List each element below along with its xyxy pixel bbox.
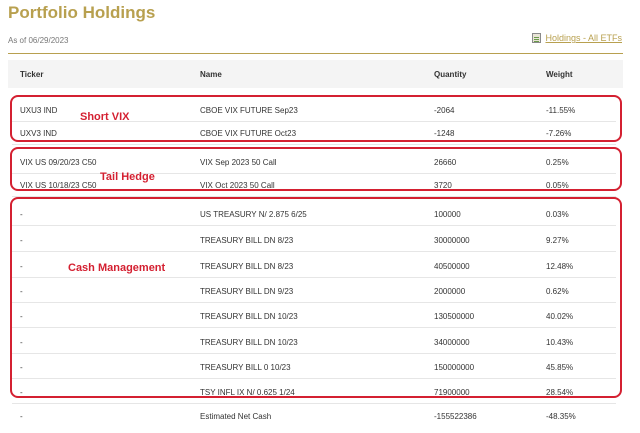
- header-quantity: Quantity: [434, 70, 467, 79]
- header-weight: Weight: [546, 70, 573, 79]
- cash-management-label: Cash Management: [68, 262, 166, 274]
- holdings-all-etfs-link[interactable]: Holdings - All ETFs: [532, 33, 622, 43]
- header-ticker: Ticker: [20, 70, 44, 79]
- page-title: Portfolio Holdings: [8, 3, 156, 22]
- title-divider: [8, 53, 623, 54]
- row-weight: -48.35%: [546, 412, 576, 421]
- row-ticker: -: [20, 412, 23, 421]
- as-of-date: As of 06/29/2023: [8, 36, 69, 45]
- tail-hedge-box: [10, 147, 622, 191]
- header-name: Name: [200, 70, 222, 79]
- cash-management-box: [10, 197, 622, 398]
- row-divider: [12, 403, 616, 404]
- short-vix-label: Short VIX: [80, 111, 130, 123]
- row-divider: [12, 144, 616, 145]
- row-quantity: -155522386: [434, 412, 477, 421]
- table-header: Ticker Name Quantity Weight: [8, 60, 623, 88]
- spreadsheet-icon: [532, 33, 542, 43]
- tail-hedge-label: Tail Hedge: [100, 171, 155, 183]
- holdings-link-label: Holdings - All ETFs: [545, 33, 622, 43]
- row-name: Estimated Net Cash: [200, 412, 272, 421]
- table-row: - Estimated Net Cash -155522386 -48.35%: [8, 405, 623, 429]
